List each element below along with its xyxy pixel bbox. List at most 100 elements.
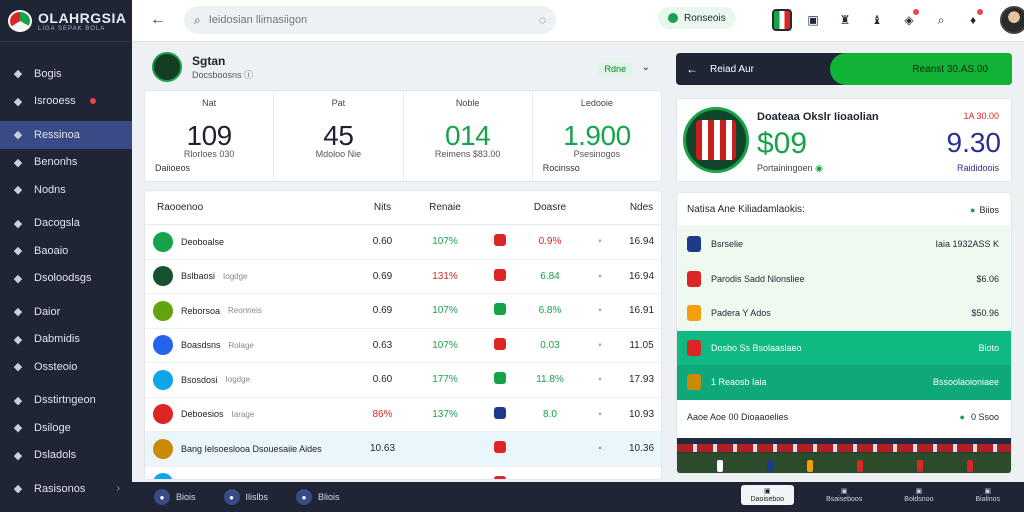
stat-card[interactable]: Noble 014 Reimens $83.00 [404, 91, 533, 181]
sidebar-item[interactable]: ◆ Rasisonos › [0, 475, 132, 503]
table-row[interactable]: Deoboalse 0.60 107% 0.9% ◦ 16.94 [145, 225, 661, 260]
match-row[interactable]: Dosbo Ss Bsolaaslaeo Bioto [677, 330, 1011, 365]
stat-card[interactable]: Pat 45 Mdoloo Nie [274, 91, 404, 181]
bell-icon[interactable]: ♦ [962, 9, 984, 31]
star-icon: ◆ [13, 245, 23, 258]
sidebar-item[interactable]: ◆ Bogis [0, 60, 132, 88]
sidebar-item-label: Dsstirtngeon [34, 394, 96, 407]
bottom-left-item[interactable]: ● Bliois [296, 489, 340, 505]
sidebar: OLAHRGSIA LIGA SEPAK BOLA ◆ Bogis ◆ Isrooes… [0, 0, 132, 512]
sidebar-item[interactable]: ◆ Isrooess [0, 88, 132, 116]
avatar[interactable] [1000, 6, 1024, 34]
sidebar-item[interactable]: ◆ Dabmidis [0, 326, 132, 354]
brand-logo [8, 9, 32, 32]
match-name: Bsrselie [711, 239, 744, 250]
live-label: Ronseois [684, 12, 726, 24]
green-action-bar[interactable]: Reanst 30.AS.00 [830, 53, 1012, 85]
points-value: 16.91 [628, 305, 655, 317]
bottom-left-items: ● Biois ● Ilislbs ● Bliois [154, 489, 340, 505]
brand[interactable]: OLAHRGSIA LIGA SEPAK BOLA [0, 0, 132, 42]
match-row[interactable]: 1 Reaosb Iaia Bssoolaoioniaee [677, 365, 1011, 400]
table-row[interactable]: Bsosdosi Iogdge 0.60 177% 11.8% ◦ 17.93 [145, 363, 661, 398]
matches-panel: Natisa Ane Kiliadamlaokis: ● Biios Bsrsel… [676, 192, 1012, 474]
search-bar[interactable]: ⌕ ◌ [184, 6, 556, 34]
stat-value: 45 [323, 120, 354, 151]
match-row[interactable]: Padera Y Ados $50.96 [677, 296, 1011, 331]
matches-title: Natisa Ane Kiliadamlaokis: ● Biios [677, 193, 1011, 227]
table-row[interactable]: Boasdsns Rolage 0.63 107% 0.03 ◦ 11.05 [145, 329, 661, 363]
sidebar-item-label: Dsiloge [34, 421, 71, 434]
sidebar-item-label: Rasisonos [34, 482, 86, 495]
points-value: 10.76 [620, 478, 661, 479]
filter-icon[interactable]: ◌ [539, 13, 546, 27]
matches-footer[interactable]: Aaoe Aoe 00 Dioaaoelies ● 0 Ssoo [677, 399, 1011, 434]
team-subtitle: Docsboosns ⓘ [192, 69, 254, 80]
sidebar-item[interactable]: ◆ Benonhs [0, 149, 132, 177]
matches-list: Bsrselie Iaia 1932ASS K Parodis Sadd Nlo… [677, 227, 1011, 400]
column-header[interactable]: Renaie [410, 202, 480, 213]
club-crest-icon [687, 236, 701, 253]
search-input[interactable] [208, 14, 531, 26]
search-icon[interactable]: ⌕ [930, 9, 952, 31]
sidebar-item[interactable]: ◆ Dsiloge [0, 414, 132, 442]
column-header[interactable]: Doasre [520, 202, 580, 213]
club-crest-icon[interactable] [772, 9, 792, 31]
team-sub: Ilniagaeis [222, 479, 256, 480]
featured-right-subtitle: Raididoois [956, 163, 999, 173]
featured-card[interactable]: Doateaa Okslr Iioaolian $09 Portainingoe… [676, 98, 1012, 182]
match-row[interactable]: Bsrselie Iaia 1932ASS K [677, 227, 1011, 262]
sidebar-item[interactable]: ◆ Ressinoa [0, 121, 132, 149]
sidebar-item[interactable]: ◆ Ossteoio [0, 353, 132, 381]
sidebar-item[interactable]: ◆ Dacogsla [0, 210, 132, 238]
column-header[interactable]: Ndes [620, 202, 661, 213]
stat-card[interactable]: Nat 109 Rlorloes 030 Daiioeos [145, 91, 275, 181]
score-value: 11.8% [536, 374, 564, 386]
right-panel-title: Reiad Aur [710, 63, 754, 75]
tab-icon: ▣ [984, 488, 992, 495]
status-icon [480, 268, 520, 284]
pin-icon[interactable]: ♝ [866, 9, 888, 31]
bottom-tab[interactable]: ▣ Bsaiseboos [816, 485, 872, 505]
table-row[interactable]: Bang Ielsoeslooa Dsouesaiie Aides 10.63 … [145, 432, 661, 467]
bottom-tab[interactable]: ▣ Bialinos [965, 485, 1010, 505]
bottom-tab[interactable]: ▣ Boldsnoo [894, 485, 943, 505]
table-row[interactable]: Deboesios Iarage 86% 137% 8.0 ◦ 10.93 [145, 398, 661, 432]
matches-title-right[interactable]: ● Biios [970, 205, 999, 215]
cross-icon: ◆ [13, 361, 23, 374]
chevron-down-icon[interactable]: ⌄ [642, 62, 650, 73]
sidebar-item[interactable]: ◆ Dsstirtngeon [0, 387, 132, 415]
sidebar-item[interactable]: ◆ Nodns [0, 176, 132, 204]
matches-value: 0.69 [372, 305, 393, 317]
back-arrow-icon[interactable]: ← [150, 11, 166, 29]
grid-icon[interactable]: ▣ [802, 9, 824, 31]
table-row[interactable]: Reiarosi Ilniagaeis 0IA9 107% 4.8% ◦ 10.… [145, 467, 661, 480]
table-row[interactable]: Reborsoa Reonneis 0.69 107% 6.8% ◦ 16.91 [145, 294, 661, 329]
sidebar-item[interactable]: ◆ Dsoloodsgs [0, 265, 132, 293]
bottom-left-item[interactable]: ● Biois [154, 489, 196, 505]
match-row[interactable]: Parodis Sadd Nlonsliee $6.06 [677, 261, 1011, 296]
rate-value: 107% [410, 478, 480, 479]
team-filter-pill[interactable]: Rdne [598, 62, 632, 76]
trophy-icon[interactable]: ♜ [834, 9, 856, 31]
sidebar-item[interactable]: ◆ Daior [0, 298, 132, 326]
bag-icon[interactable]: ◈ [898, 9, 920, 31]
sidebar-item[interactable]: ◆ Dsladols [0, 442, 132, 470]
team-sub: Rolage [228, 340, 254, 350]
back-arrow-icon[interactable]: ← [686, 62, 698, 76]
gear-icon: ◆ [13, 68, 23, 81]
column-header[interactable]: Raooenoo [145, 202, 355, 213]
rate-value: 107% [432, 339, 458, 351]
stat-foot-secondary: Rocinsso [542, 163, 580, 173]
stat-card[interactable]: Ledooie 1.900 Psesinogos Rocinsso [533, 91, 661, 181]
chat-icon: ◆ [13, 306, 23, 319]
table-row[interactable]: Bslbaosi Iogdge 0.69 131% 6.84 ◦ 16.94 [145, 260, 661, 294]
circle-icon: ● [223, 489, 240, 505]
column-header[interactable]: Nits [355, 202, 410, 213]
chevron-right-icon[interactable]: › [117, 483, 120, 494]
bottom-tab[interactable]: ▣ Daoiseboo [740, 485, 795, 505]
match-photo[interactable] [677, 438, 1011, 473]
live-pill[interactable]: Ronseois [658, 7, 736, 29]
team-sub: Iarage [231, 409, 255, 419]
sidebar-item[interactable]: ◆ Baoaio [0, 237, 132, 265]
bottom-left-item[interactable]: ● Ilislbs [223, 489, 268, 505]
